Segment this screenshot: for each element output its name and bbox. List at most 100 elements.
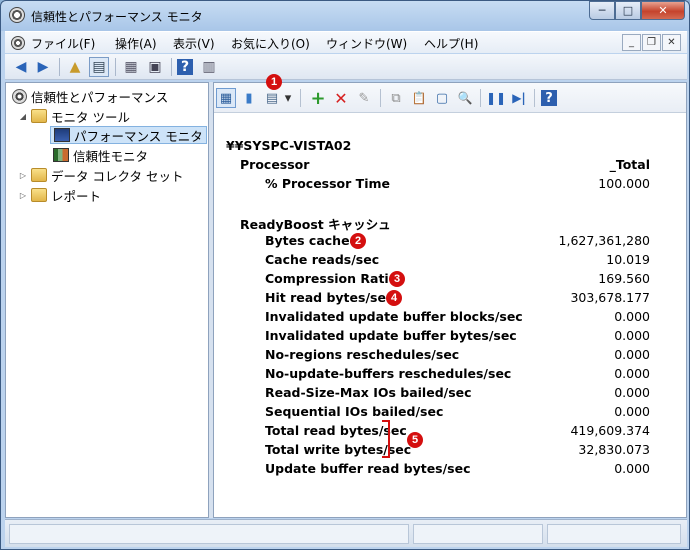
- status-cell-2: [413, 524, 543, 544]
- up-folder-icon[interactable]: ▲: [65, 57, 85, 77]
- help-icon[interactable]: ?: [541, 90, 557, 106]
- tools-folder-icon: [31, 109, 47, 123]
- counter-value: 100.000: [598, 176, 650, 191]
- counter-value: 1,627,361,280: [558, 233, 650, 248]
- show-console-icon[interactable]: ▥: [199, 57, 219, 77]
- tree-item-data-collector-sets[interactable]: ▷ データ コレクタ セット: [18, 166, 183, 184]
- close-button[interactable]: ✕: [641, 1, 685, 20]
- mdi-close-button[interactable]: ✕: [662, 34, 681, 51]
- status-bar: [5, 519, 687, 547]
- print-icon[interactable]: ▣: [145, 57, 165, 77]
- tree-item-label: レポート: [51, 188, 102, 204]
- view-report-icon[interactable]: ▤: [262, 88, 282, 108]
- main-toolbar: ◀ ▶ ▲ ▤ ▦ ▣ ? ▥: [5, 54, 687, 80]
- tree-root-label: 信頼性とパフォーマンス: [31, 89, 169, 105]
- tree-item-reports[interactable]: ▷ レポート: [18, 186, 101, 204]
- callout-5: 5: [407, 432, 423, 448]
- counter-value: 0.000: [614, 309, 650, 324]
- computer-name: ¥¥SYSPC-VISTA02: [226, 138, 352, 153]
- menu-favorites[interactable]: お気に入り(O): [231, 35, 310, 52]
- change-graph-type-dropdown-icon[interactable]: ▾: [282, 88, 294, 108]
- counter-value: 419,609.374: [570, 423, 650, 438]
- mdi-restore-button[interactable]: ❐: [642, 34, 661, 51]
- delete-counter-icon[interactable]: ✕: [331, 88, 351, 108]
- counter-value: 0.000: [614, 366, 650, 381]
- window-title: 信頼性とパフォーマンス モニタ: [31, 10, 203, 24]
- show-hide-tree-icon[interactable]: ▤: [89, 57, 109, 77]
- menu-action[interactable]: 操作(A): [115, 35, 157, 52]
- mdi-minimize-button[interactable]: _: [622, 34, 641, 51]
- menu-file[interactable]: ファイル(F): [31, 35, 95, 52]
- performance-monitor-icon: [54, 128, 70, 142]
- collapse-arrow-icon[interactable]: ◢: [18, 112, 28, 121]
- tree-item-label: 信頼性モニタ: [73, 148, 149, 164]
- counter-name: No-regions reschedules/sec: [265, 347, 460, 362]
- perfmon-app-icon[interactable]: [9, 7, 25, 23]
- status-cell-3: [547, 524, 681, 544]
- tree-item-reliability-monitor[interactable]: 信頼性モニタ: [53, 146, 148, 164]
- properties-icon[interactable]: ▢: [432, 88, 452, 108]
- counter-value: 0.000: [614, 461, 650, 476]
- maximize-button[interactable]: □: [615, 1, 641, 20]
- counter-name: Cache reads/sec: [265, 252, 380, 267]
- perfmon-icon: [12, 88, 27, 104]
- properties-icon[interactable]: ▦: [121, 57, 141, 77]
- instance-total: _Total: [609, 157, 650, 172]
- zoom-icon[interactable]: 🔍: [455, 88, 475, 108]
- navigation-tree: 信頼性とパフォーマンス ◢ モニタ ツール パフォーマンス モニタ 信頼性モニタ…: [5, 82, 209, 518]
- freeze-display-icon[interactable]: ❚❚: [486, 88, 506, 108]
- counter-name: Update buffer read bytes/sec: [265, 461, 471, 476]
- tree-item-label: データ コレクタ セット: [51, 168, 184, 184]
- expand-arrow-icon[interactable]: ▷: [18, 191, 28, 200]
- help-icon[interactable]: ?: [177, 59, 193, 75]
- menu-help[interactable]: ヘルプ(H): [424, 35, 478, 52]
- reliability-monitor-icon: [53, 148, 69, 162]
- toolbar-separator: [534, 89, 535, 107]
- toolbar-separator: [115, 58, 116, 76]
- minimize-button[interactable]: ─: [589, 1, 615, 20]
- callout-5-bracket: [382, 420, 390, 458]
- menu-view[interactable]: 表示(V): [173, 35, 215, 52]
- counter-value: 32,830.073: [578, 442, 650, 457]
- forward-icon[interactable]: ▶: [33, 57, 53, 77]
- counter-name: Read-Size-Max IOs bailed/sec: [265, 385, 472, 400]
- expand-arrow-icon[interactable]: ▷: [18, 171, 28, 180]
- counter-value: 10.019: [606, 252, 650, 267]
- tree-root[interactable]: 信頼性とパフォーマンス: [12, 87, 168, 105]
- title-bar[interactable]: 信頼性とパフォーマンス モニタ ─ □ ✕: [1, 1, 689, 31]
- tree-item-performance-monitor[interactable]: パフォーマンス モニタ: [50, 126, 207, 144]
- highlight-icon[interactable]: ✎: [354, 88, 374, 108]
- toolbar-separator: [300, 89, 301, 107]
- report-view: ¥¥SYSPC-VISTA02 Processor _Total % Proce…: [214, 114, 686, 514]
- counter-name: Compression Ratio: [265, 271, 398, 286]
- system-menu-icon[interactable]: [11, 36, 25, 50]
- tree-item-label: パフォーマンス モニタ: [74, 128, 203, 144]
- toolbar-separator: [480, 89, 481, 107]
- view-graph-icon[interactable]: ▦: [216, 88, 236, 108]
- callout-4: 4: [386, 290, 402, 306]
- menu-window[interactable]: ウィンドウ(W): [326, 35, 407, 52]
- counter-value: 0.000: [614, 385, 650, 400]
- counter-value: 0.000: [614, 347, 650, 362]
- toolbar-separator: [171, 58, 172, 76]
- tree-item-label: モニタ ツール: [51, 109, 130, 125]
- counter-name: Invalidated update buffer bytes/sec: [265, 328, 517, 343]
- object-readyboost: ReadyBoost キャッシュ: [240, 217, 391, 232]
- callout-3: 3: [389, 271, 405, 287]
- paste-counter-list-icon[interactable]: 📋: [409, 88, 429, 108]
- counter-name: No-update-buffers reschedules/sec: [265, 366, 512, 381]
- add-counter-icon[interactable]: +: [308, 88, 328, 109]
- back-icon[interactable]: ◀: [11, 57, 31, 77]
- counter-name: Bytes cached: [265, 233, 359, 248]
- counter-value: 0.000: [614, 328, 650, 343]
- counter-value: 0.000: [614, 404, 650, 419]
- counter-name: Sequential IOs bailed/sec: [265, 404, 444, 419]
- update-data-icon[interactable]: ▶|: [509, 88, 529, 108]
- callout-2: 2: [350, 233, 366, 249]
- copy-properties-icon[interactable]: ⧉: [386, 88, 406, 108]
- counter-value: 169.560: [598, 271, 650, 286]
- view-histogram-icon[interactable]: ▮: [239, 88, 259, 108]
- counter-name: % Processor Time: [265, 176, 390, 191]
- tree-item-monitor-tools[interactable]: ◢ モニタ ツール: [18, 107, 130, 125]
- counter-name: Invalidated update buffer blocks/sec: [265, 309, 523, 324]
